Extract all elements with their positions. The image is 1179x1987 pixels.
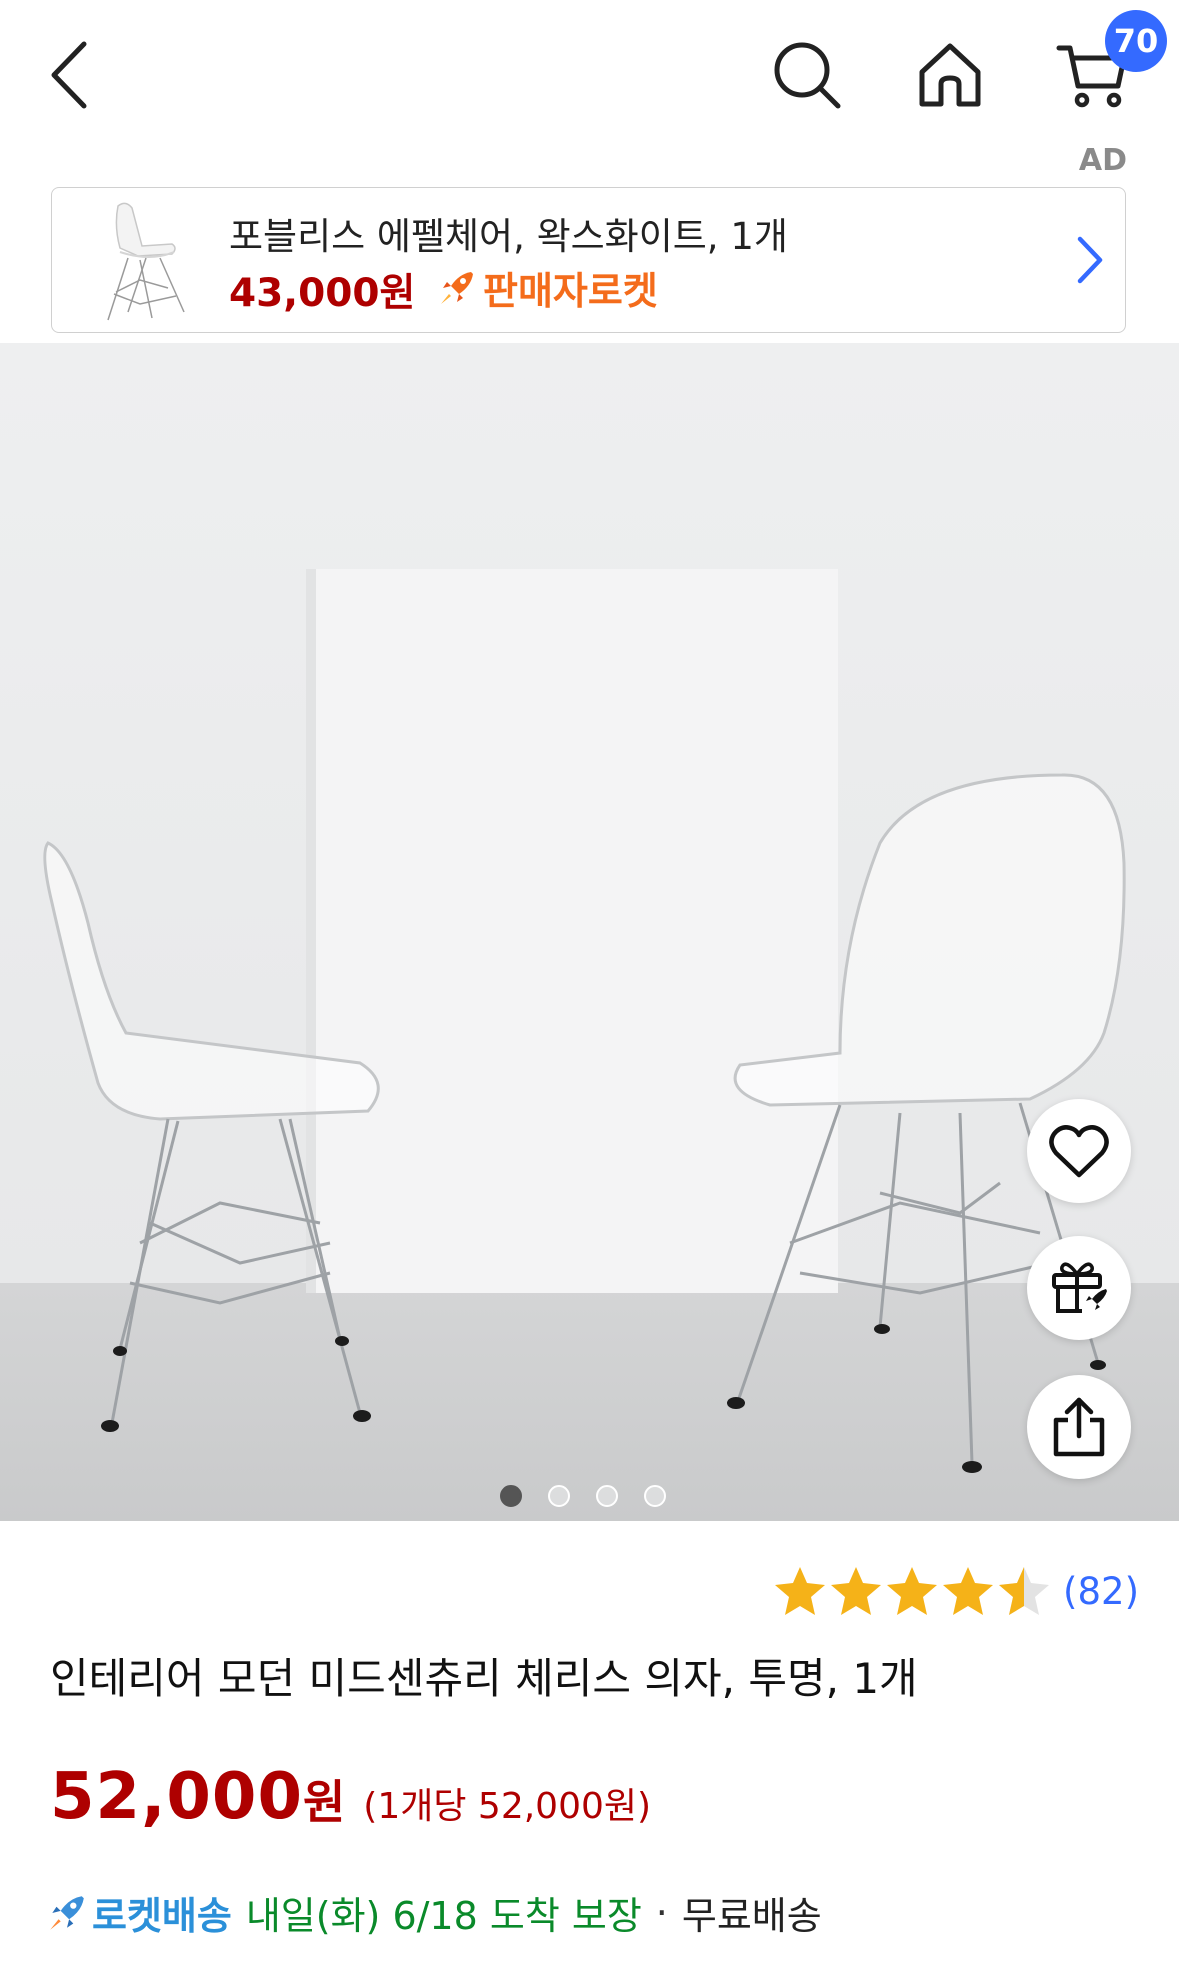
carousel-indicator (500, 1485, 666, 1507)
rocket-icon (50, 1895, 84, 1930)
home-icon (919, 43, 981, 107)
product-image-carousel[interactable] (0, 343, 1179, 1521)
unit-price: (1개당 52,000원) (363, 1786, 652, 1827)
separator-dot: · (655, 1890, 668, 1935)
sale-price: 52,000 (50, 1760, 303, 1834)
ad-product-title: 포블리스 에펠체어, 왁스화이트, 1개 (229, 215, 788, 258)
rocket-delivery-label: 로켓배송 (92, 1894, 232, 1938)
heart-icon (1049, 1125, 1109, 1178)
star-icon (775, 1567, 826, 1615)
chevron-right-icon (1077, 236, 1103, 284)
half-star-icon (999, 1567, 1050, 1615)
ad-label: AD (1078, 143, 1127, 178)
star-icon (943, 1567, 994, 1615)
home-button[interactable] (905, 30, 995, 120)
carousel-dot[interactable] (548, 1485, 570, 1507)
carousel-dot[interactable] (596, 1485, 618, 1507)
star-icon (831, 1567, 882, 1615)
star-icon (887, 1567, 938, 1615)
seller-rocket-label: 판매자로켓 (483, 269, 658, 313)
gift-button[interactable] (1027, 1236, 1131, 1340)
share-icon (1053, 1397, 1105, 1457)
back-button[interactable] (25, 30, 115, 120)
share-button[interactable] (1027, 1375, 1131, 1479)
product-title: 인테리어 모던 미드센츄리 체리스 의자, 투명, 1개 (50, 1654, 918, 1703)
rocket-icon (441, 271, 473, 304)
star-rating (773, 1565, 1051, 1617)
cart-count-badge: 70 (1105, 10, 1167, 72)
ad-banner[interactable]: 포블리스 에펠체어, 왁스화이트, 1개 43,000원 판매자로켓 (51, 187, 1126, 333)
ad-product-thumbnail (107, 202, 185, 321)
price-row: 52,000 원 (1개당 52,000원) (50, 1760, 651, 1834)
product-photo (0, 343, 1179, 1521)
free-shipping-label: 무료배송 (681, 1894, 822, 1938)
search-button[interactable] (762, 30, 852, 120)
chevron-left-icon (51, 41, 87, 109)
gift-icon (1052, 1262, 1107, 1313)
wishlist-button[interactable] (1027, 1099, 1131, 1203)
carousel-dot[interactable] (500, 1485, 522, 1507)
ad-product-price: 43,000원 (229, 271, 416, 316)
carousel-dot[interactable] (644, 1485, 666, 1507)
top-header: 70 (0, 0, 1179, 150)
seller-rocket-badge: 판매자로켓 (437, 260, 658, 315)
review-count-link[interactable]: (82) (1063, 1570, 1139, 1613)
arrival-guarantee: 내일(화) 6/18 도착 보장 (245, 1894, 642, 1938)
price-currency: 원 (302, 1775, 346, 1829)
delivery-info: 로켓배송 내일(화) 6/18 도착 보장 · 무료배송 (46, 1885, 822, 1940)
search-icon (774, 42, 841, 109)
product-rating[interactable]: (82) (773, 1565, 1139, 1617)
